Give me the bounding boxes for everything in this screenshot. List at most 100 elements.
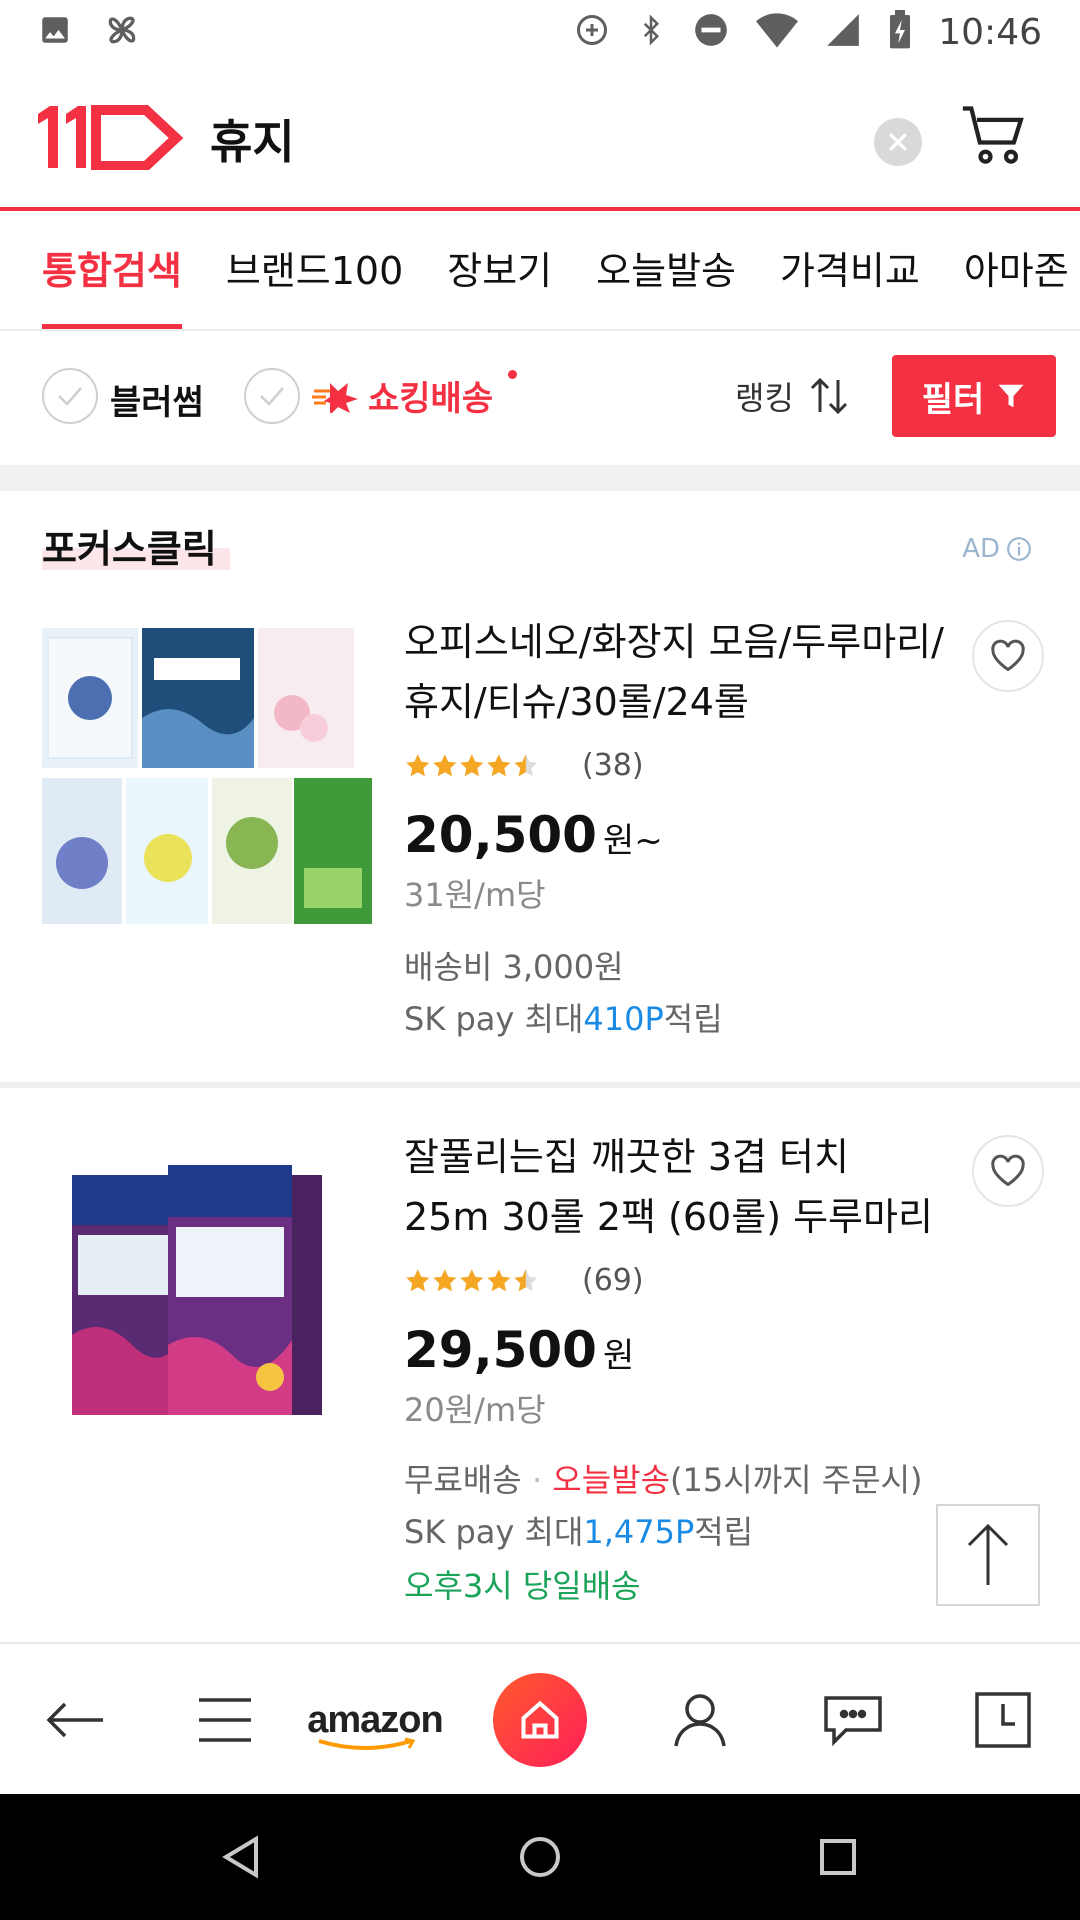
star-icon <box>433 753 457 776</box>
shocking-ship-checkbox[interactable] <box>244 368 300 424</box>
wishlist-button[interactable] <box>972 1135 1044 1207</box>
do-not-disturb-icon <box>692 11 730 53</box>
tab-brand100[interactable]: 브랜드100 <box>204 211 425 329</box>
system-home-button[interactable] <box>500 1794 580 1920</box>
triangle-back-icon <box>222 1835 258 1879</box>
cart-button[interactable] <box>960 100 1028 172</box>
tab-today-ship[interactable]: 오늘발송 <box>574 211 758 329</box>
review-count: (38) <box>582 748 644 783</box>
star-rating <box>404 750 572 782</box>
system-nav-bar <box>0 1794 1080 1920</box>
section-title: 포커스클릭 <box>42 527 217 571</box>
sort-ranking[interactable]: 랭킹 <box>735 373 850 419</box>
star-icon <box>487 753 511 776</box>
amazon-logo: amazon <box>307 1699 444 1750</box>
sort-arrows-icon <box>810 377 847 415</box>
cellular-icon <box>824 11 862 53</box>
section-separator <box>0 465 1080 491</box>
system-recents-button[interactable] <box>798 1794 878 1920</box>
tab-amazon[interactable]: 아마존 <box>942 211 1080 329</box>
system-back-button[interactable] <box>200 1794 280 1920</box>
star-rating <box>404 1265 572 1297</box>
shocking-ship-icon <box>312 382 358 413</box>
search-query[interactable]: 휴지 <box>210 106 295 172</box>
chat-icon <box>824 1696 882 1747</box>
shocking-ship-label: 쇼킹배송 <box>312 371 493 420</box>
my-page-button[interactable] <box>655 1644 745 1796</box>
eleven-street-logo[interactable] <box>36 104 186 174</box>
unit-price: 20원/m당 <box>404 1391 546 1429</box>
star-icon <box>514 753 538 776</box>
bluetooth-icon <box>636 11 666 53</box>
same-day-delivery: 오후3시 당일배송 <box>404 1567 641 1605</box>
product-price: 20,500 원~ <box>404 806 663 864</box>
search-header: 휴지 <box>0 70 1080 210</box>
product-price: 29,500 원 <box>404 1321 635 1379</box>
tab-integrated-search[interactable]: 통합검색 <box>0 211 204 329</box>
home-button[interactable] <box>490 1644 590 1796</box>
blossom-label: 블러썸 <box>110 383 204 423</box>
product-title[interactable]: 잘풀리는집 깨끗한 3겹 터치 25m 30롤 2팩 (60롤) 두루마리 <box>404 1127 944 1247</box>
review-count: (69) <box>582 1263 644 1298</box>
star-icon <box>433 1268 457 1291</box>
tab-grocery[interactable]: 장보기 <box>425 211 574 329</box>
amazon-button[interactable]: amazon <box>300 1644 450 1796</box>
tab-price-compare[interactable]: 가격비교 <box>758 211 942 329</box>
star-icon <box>460 753 484 776</box>
back-icon <box>46 1702 103 1738</box>
status-bar: 10:46 <box>0 0 1080 64</box>
star-icon <box>406 753 430 776</box>
recent-icon <box>975 1692 1031 1748</box>
wifi-icon <box>756 12 799 52</box>
ad-tag[interactable]: AD <box>962 534 1032 564</box>
home-icon <box>521 1700 559 1739</box>
image-icon <box>38 13 72 51</box>
sk-pay-points: SK pay 최대410P적립 <box>404 1000 723 1038</box>
close-icon <box>889 133 907 151</box>
info-icon <box>1007 537 1031 561</box>
unit-price: 31원/m당 <box>404 876 546 914</box>
shipping-fee: 배송비 3,000원 <box>404 948 624 986</box>
scroll-top-button[interactable] <box>936 1504 1040 1606</box>
menu-button[interactable] <box>180 1644 270 1796</box>
rating: (69) <box>404 1263 644 1298</box>
heart-icon <box>991 639 1025 672</box>
product-card[interactable]: 잘풀리는집 깨끗한 3겹 터치 25m 30롤 2팩 (60롤) 두루마리 (6… <box>0 1115 1080 1635</box>
pinwheel-icon <box>102 10 142 54</box>
menu-icon <box>199 1698 251 1742</box>
rating: (38) <box>404 748 644 783</box>
bottom-nav: amazon <box>0 1642 1080 1794</box>
search-tabs: 통합검색 브랜드100 장보기 오늘발송 가격비교 아마존 <box>0 211 1080 331</box>
star-icon <box>460 1268 484 1291</box>
battery-charging-icon <box>888 10 912 54</box>
data-saver-icon <box>574 12 610 52</box>
product-thumbnail[interactable] <box>42 1155 372 1475</box>
heart-icon <box>991 1154 1025 1187</box>
back-button[interactable] <box>30 1644 120 1796</box>
star-icon <box>514 1268 538 1291</box>
chat-button[interactable] <box>808 1644 898 1796</box>
clock: 10:46 <box>938 11 1042 53</box>
check-icon <box>260 387 284 406</box>
cart-icon <box>962 106 1024 164</box>
filter-button[interactable]: 필터 <box>892 355 1056 437</box>
new-dot <box>508 370 517 379</box>
star-icon <box>406 1268 430 1291</box>
product-title[interactable]: 오피스네오/화장지 모음/두루마리/휴지/티슈/30롤/24롤 <box>404 612 944 732</box>
sk-pay-points: SK pay 최대1,475P적립 <box>404 1513 754 1551</box>
shipping-info: 무료배송 · 오늘발송(15시까지 주문시) <box>404 1461 923 1499</box>
star-icon <box>487 1268 511 1291</box>
product-card[interactable]: 오피스네오/화장지 모음/두루마리/휴지/티슈/30롤/24롤 (38) 20,… <box>0 600 1080 1080</box>
blossom-checkbox[interactable] <box>42 368 98 424</box>
user-icon <box>674 1694 726 1747</box>
check-icon <box>58 387 82 406</box>
card-divider <box>0 1082 1080 1088</box>
square-recents-icon <box>820 1839 856 1875</box>
product-thumbnail[interactable] <box>42 628 372 948</box>
clear-search-button[interactable] <box>874 118 922 166</box>
wishlist-button[interactable] <box>972 620 1044 692</box>
recent-button[interactable] <box>958 1644 1048 1796</box>
filter-row: 블러썸 쇼킹배송 랭킹 필터 <box>0 333 1080 461</box>
sort-label: 랭킹 <box>735 379 794 417</box>
amazon-smile-icon <box>318 1737 416 1750</box>
